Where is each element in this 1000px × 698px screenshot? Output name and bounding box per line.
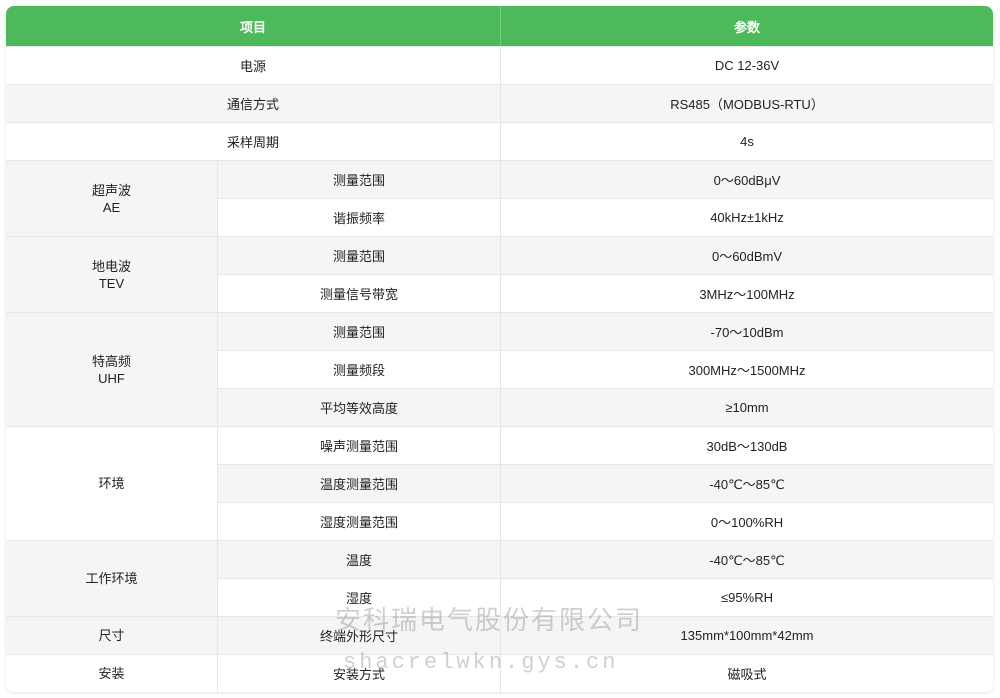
row-label: 电源: [6, 46, 502, 84]
row-sublabel: 湿度: [218, 578, 502, 616]
row-value: -40℃～85℃: [501, 464, 994, 502]
group-label: 超声波 AE: [6, 160, 218, 236]
row-sublabel: 测量范围: [218, 160, 502, 198]
row-sublabel: 湿度测量范围: [218, 502, 502, 540]
table-row: 超声波 AE 测量范围 0～60dBμV: [6, 160, 994, 236]
group-label: 尺寸: [6, 616, 218, 654]
row-value: 0～60dBmV: [501, 236, 994, 274]
row-sublabel: 温度: [218, 540, 502, 578]
row-value: 0～60dBμV: [501, 160, 994, 198]
header-param: 参数: [501, 6, 994, 46]
table-row: 安装 安装方式 磁吸式: [6, 654, 994, 692]
row-value: 40kHz±1kHz: [501, 198, 994, 236]
row-sublabel: 测量范围: [218, 236, 502, 274]
row-value: -70～10dBm: [501, 312, 994, 350]
spec-table-container: 项目 参数 电源 DC 12-36V 通信方式 RS485（MODBUS-RTU…: [6, 6, 994, 692]
row-value: 3MHz～100MHz: [501, 274, 994, 312]
group-label: 特高频 UHF: [6, 312, 218, 426]
header-item: 项目: [6, 6, 502, 46]
table-row: 通信方式 RS485（MODBUS-RTU）: [6, 84, 994, 122]
row-value: 300MHz～1500MHz: [501, 350, 994, 388]
row-sublabel: 终端外形尺寸: [218, 616, 502, 654]
row-value: 135mm*100mm*42mm: [501, 616, 994, 654]
spec-table: 项目 参数 电源 DC 12-36V 通信方式 RS485（MODBUS-RTU…: [6, 6, 994, 692]
table-header-row: 项目 参数: [6, 6, 994, 46]
row-sublabel: 测量信号带宽: [218, 274, 502, 312]
row-value: 0～100%RH: [501, 502, 994, 540]
group-label: 工作环境: [6, 540, 218, 616]
group-label: 环境: [6, 426, 218, 540]
table-row: 地电波 TEV 测量范围 0～60dBmV: [6, 236, 994, 312]
row-value: RS485（MODBUS-RTU）: [501, 84, 994, 122]
row-label: 通信方式: [6, 84, 502, 122]
row-sublabel: 测量范围: [218, 312, 502, 350]
row-sublabel: 温度测量范围: [218, 464, 502, 502]
row-sublabel: 测量频段: [218, 350, 502, 388]
table-row: 采样周期 4s: [6, 122, 994, 160]
row-sublabel: 噪声测量范围: [218, 426, 502, 464]
table-row: 尺寸 终端外形尺寸 135mm*100mm*42mm: [6, 616, 994, 654]
table-row: 电源 DC 12-36V: [6, 46, 994, 84]
group-label: 地电波 TEV: [6, 236, 218, 312]
row-value: 30dB～130dB: [501, 426, 994, 464]
group-label: 安装: [6, 654, 218, 692]
table-row: 环境 噪声测量范围 30dB～130dB: [6, 426, 994, 540]
table-row: 工作环境 温度 -40℃～85℃: [6, 540, 994, 616]
row-value: ≤95%RH: [501, 578, 994, 616]
row-value: ≥10mm: [501, 388, 994, 426]
row-value: 4s: [501, 122, 994, 160]
row-label: 采样周期: [6, 122, 502, 160]
row-sublabel: 安装方式: [218, 654, 502, 692]
row-sublabel: 平均等效高度: [218, 388, 502, 426]
row-value: -40℃～85℃: [501, 540, 994, 578]
row-value: DC 12-36V: [501, 46, 994, 84]
table-row: 特高频 UHF 测量范围 -70～10dBm: [6, 312, 994, 426]
row-value: 磁吸式: [501, 654, 994, 692]
row-sublabel: 谐振频率: [218, 198, 502, 236]
